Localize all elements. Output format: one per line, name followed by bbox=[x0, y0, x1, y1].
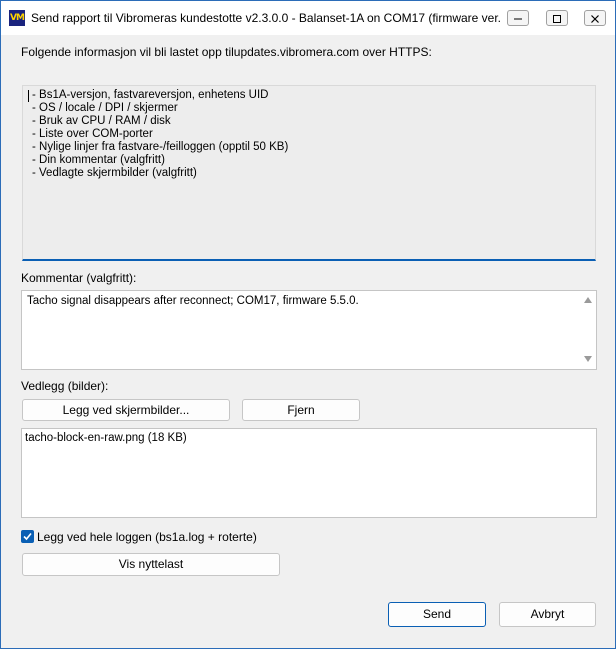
minimize-icon bbox=[514, 18, 522, 20]
add-screenshots-button[interactable]: Legg ved skjermbilder... bbox=[22, 399, 230, 421]
remove-attachment-button[interactable]: Fjern bbox=[242, 399, 360, 421]
info-item: - Nylige linjer fra fastvare-/feilloggen… bbox=[32, 141, 289, 153]
cancel-button[interactable]: Avbryt bbox=[499, 602, 596, 627]
title-bar[interactable]: VM Send rapport til Vibromeras kundestot… bbox=[1, 1, 615, 35]
app-logo-icon: VM bbox=[9, 10, 25, 26]
checkmark-icon bbox=[23, 532, 32, 541]
comment-value: Tacho signal disappears after reconnect;… bbox=[27, 295, 359, 307]
comment-textarea[interactable]: Tacho signal disappears after reconnect;… bbox=[21, 290, 597, 370]
report-dialog: VM Send rapport til Vibromeras kundestot… bbox=[0, 0, 616, 649]
maximize-button[interactable] bbox=[546, 10, 568, 26]
window-title: Send rapport til Vibromeras kundestotte … bbox=[31, 11, 501, 25]
scroll-up-icon[interactable] bbox=[584, 297, 592, 303]
minimize-button[interactable] bbox=[507, 10, 529, 26]
include-log-label[interactable]: Legg ved hele loggen (bs1a.log + roterte… bbox=[37, 530, 257, 544]
close-icon bbox=[591, 15, 599, 23]
comment-label: Kommentar (valgfritt): bbox=[21, 271, 137, 285]
info-item: - Vedlagte skjermbilder (valgfritt) bbox=[32, 167, 197, 179]
comment-scrollbar[interactable] bbox=[581, 292, 595, 368]
include-log-checkbox[interactable] bbox=[21, 530, 34, 543]
info-item: - Liste over COM-porter bbox=[32, 128, 153, 140]
info-item: - Bs1A-versjon, fastvareversjon, enheten… bbox=[32, 89, 269, 101]
info-item: - Din kommentar (valgfritt) bbox=[32, 154, 165, 166]
info-item: - OS / locale / DPI / skjermer bbox=[32, 102, 178, 114]
info-list-box[interactable]: - Bs1A-versjon, fastvareversjon, enheten… bbox=[22, 85, 596, 261]
text-caret bbox=[28, 90, 29, 102]
show-payload-button[interactable]: Vis nyttelast bbox=[22, 553, 280, 576]
scroll-down-icon[interactable] bbox=[584, 356, 592, 362]
attachments-list[interactable]: tacho-block-en-raw.png (18 KB) bbox=[21, 428, 597, 518]
info-list: - Bs1A-versjon, fastvareversjon, enheten… bbox=[32, 89, 288, 180]
info-item: - Bruk av CPU / RAM / disk bbox=[32, 115, 171, 127]
maximize-icon bbox=[553, 15, 561, 23]
close-button[interactable] bbox=[584, 10, 606, 26]
attachment-item[interactable]: tacho-block-en-raw.png (18 KB) bbox=[25, 432, 187, 444]
send-button[interactable]: Send bbox=[388, 602, 486, 627]
intro-text: Folgende informasjon vil bli lastet opp … bbox=[21, 45, 432, 59]
attachments-label: Vedlegg (bilder): bbox=[21, 379, 109, 393]
